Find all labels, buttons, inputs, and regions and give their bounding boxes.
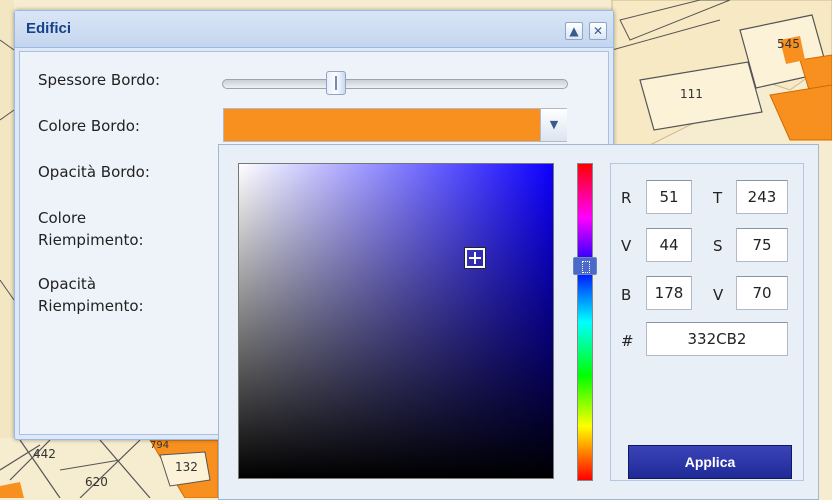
triangle-up-icon: ▲ <box>569 24 579 38</box>
hue-slider-thumb[interactable] <box>573 257 597 276</box>
value-input[interactable]: 70 <box>736 276 788 310</box>
fill-color-label-line1: Colore <box>38 209 87 227</box>
parcel-number: 132 <box>175 460 198 474</box>
hue-slider[interactable] <box>577 163 593 481</box>
parcel-number: 794 <box>150 440 170 451</box>
blue-input[interactable]: 178 <box>646 276 692 310</box>
green-label: V <box>621 237 632 255</box>
border-thickness-slider[interactable] <box>222 79 568 89</box>
blue-label: B <box>621 286 632 304</box>
border-color-swatch[interactable] <box>224 109 540 141</box>
chevron-down-icon: ▼ <box>549 118 559 131</box>
border-color-combo[interactable]: ▼ <box>223 108 567 142</box>
parcel-number: 442 <box>33 447 56 461</box>
hex-label: # <box>621 332 634 350</box>
dropdown-trigger[interactable]: ▼ <box>540 109 567 141</box>
border-opacity-label: Opacità Bordo: <box>38 163 150 181</box>
slider-thumb[interactable] <box>326 71 347 95</box>
panel-header[interactable]: Edifici ▲ ✕ <box>15 11 613 48</box>
value-label: V <box>713 286 724 304</box>
apply-button[interactable]: Applica <box>628 445 792 479</box>
border-thickness-label: Spessore Bordo: <box>38 71 161 89</box>
green-input[interactable]: 44 <box>646 228 692 262</box>
hue-label: T <box>713 189 723 207</box>
hex-input[interactable]: 332CB2 <box>646 322 788 356</box>
red-label: R <box>621 189 632 207</box>
border-color-label: Colore Bordo: <box>38 117 140 135</box>
close-icon: ✕ <box>592 24 604 38</box>
color-cursor[interactable] <box>463 247 486 270</box>
saturation-input[interactable]: 75 <box>736 228 788 262</box>
color-picker-popup: R 51 T 243 V 44 S 75 B 178 V 70 # 332CB2… <box>218 144 819 500</box>
panel-title: Edifici <box>26 20 72 37</box>
hue-input[interactable]: 243 <box>736 180 788 214</box>
collapse-button[interactable]: ▲ <box>565 22 583 40</box>
fill-opacity-label-line2: Riempimento: <box>38 297 144 315</box>
fill-opacity-label-line1: Opacità <box>38 275 97 293</box>
close-button[interactable]: ✕ <box>589 22 607 40</box>
parcel-number: 111 <box>680 87 703 101</box>
fill-color-label-line2: Riempimento: <box>38 231 144 249</box>
parcel-number: 620 <box>85 475 108 489</box>
parcel-number: 545 <box>777 37 800 51</box>
saturation-value-field[interactable] <box>238 163 554 479</box>
saturation-label: S <box>713 237 723 255</box>
red-input[interactable]: 51 <box>646 180 692 214</box>
